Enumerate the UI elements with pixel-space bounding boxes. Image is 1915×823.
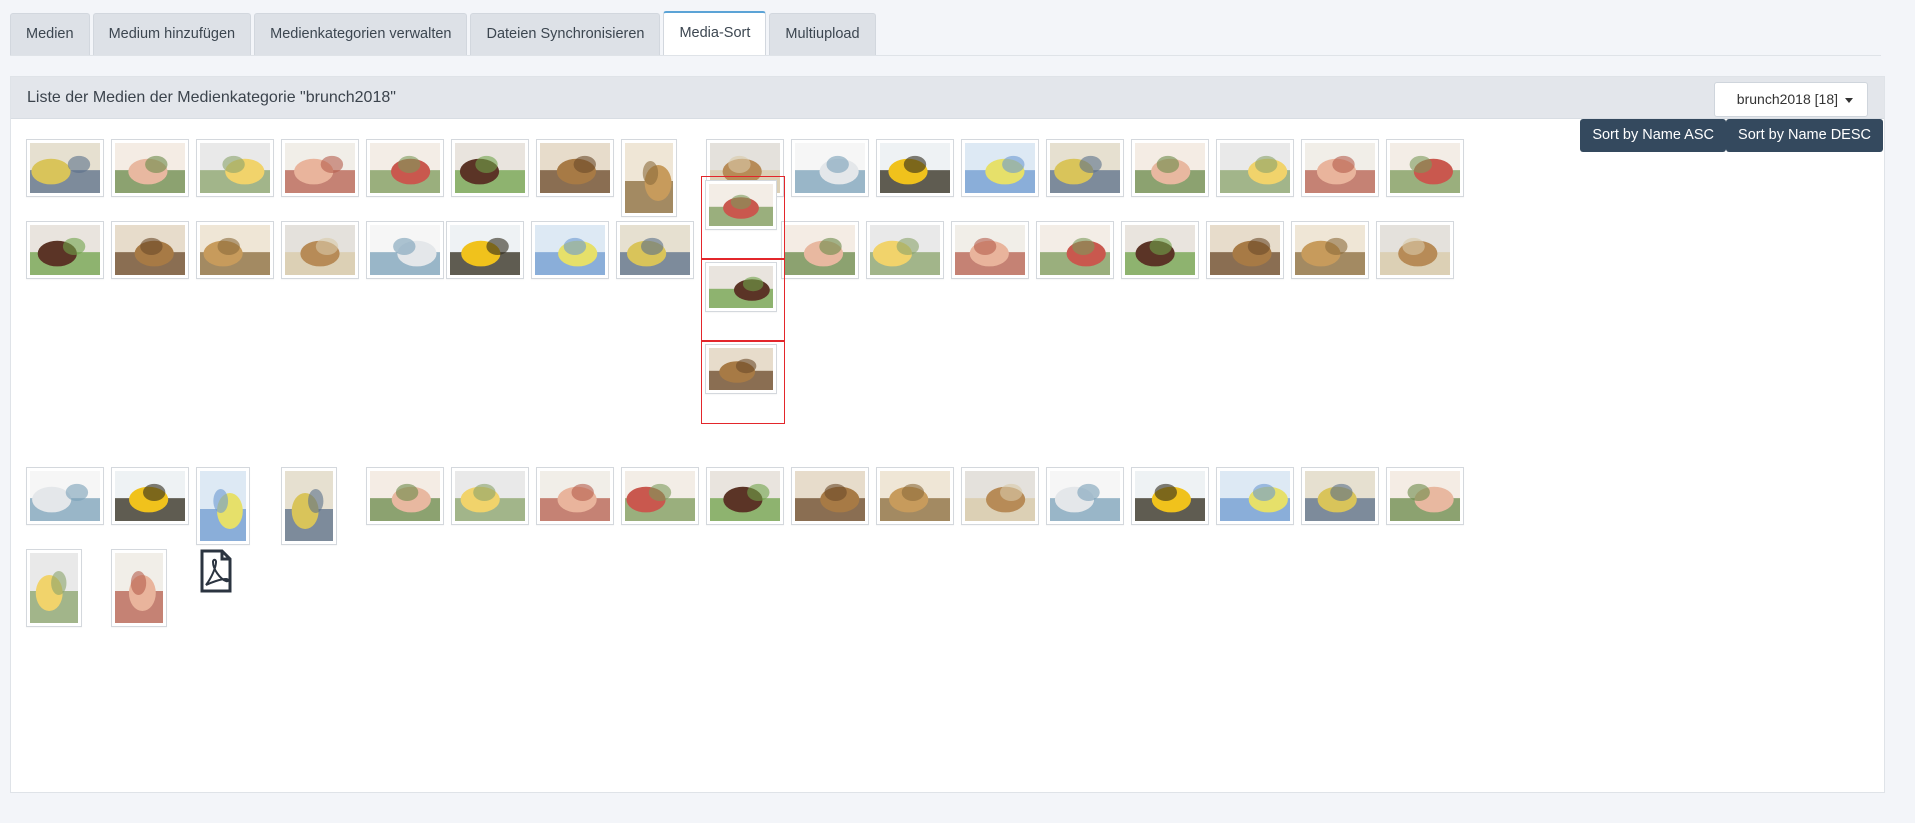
- media-thumb-ham-platter-2[interactable]: [281, 139, 359, 197]
- media-thumb-buffet-table[interactable]: [196, 221, 274, 279]
- panel-title: Liste der Medien der Medienkategorie "br…: [27, 89, 396, 106]
- media-thumb-guests-tables[interactable]: [111, 467, 189, 525]
- sort-name-desc-button[interactable]: Sort by Name DESC: [1726, 119, 1883, 152]
- media-thumb-wine-bottles[interactable]: [1216, 139, 1294, 197]
- media-thumb-dessert-glass-2[interactable]: [111, 549, 167, 627]
- media-thumb-salmon-platter[interactable]: [366, 221, 444, 279]
- tab-medien[interactable]: Medien: [10, 13, 90, 55]
- category-dropdown-label: brunch2018 [18]: [1736, 91, 1838, 107]
- media-thumb-shelf-jars[interactable]: [1301, 139, 1379, 197]
- media-thumb-dog[interactable]: [281, 467, 337, 545]
- media-thumb-cheese-board[interactable]: [531, 221, 609, 279]
- media-thumb-apple-strudel-2[interactable]: [705, 344, 777, 394]
- media-thumb-honey-jar[interactable]: [1206, 221, 1284, 279]
- media-thumb-tree-crowd[interactable]: [1376, 221, 1454, 279]
- media-thumb-table-setting[interactable]: [791, 139, 869, 197]
- drag-placeholder[interactable]: [701, 258, 785, 342]
- media-thumb-garden-tent-2[interactable]: [451, 467, 529, 525]
- media-thumb-yellow-drink[interactable]: [961, 139, 1039, 197]
- media-thumb-garden-tent[interactable]: [366, 467, 444, 525]
- caret-down-icon: [1845, 97, 1853, 103]
- media-thumb-trampoline[interactable]: [536, 467, 614, 525]
- media-thumb-glasses[interactable]: [1046, 139, 1124, 197]
- media-panel: Liste der Medien der Medienkategorie "br…: [10, 76, 1885, 793]
- tab-multiupload[interactable]: Multiupload: [769, 13, 876, 55]
- media-thumb-name-card[interactable]: [961, 467, 1039, 525]
- media-thumb-garden-tables[interactable]: [781, 221, 859, 279]
- media-thumb-family-portrait[interactable]: [196, 467, 250, 545]
- tab-dateien-synchronisieren[interactable]: Dateien Synchronisieren: [470, 13, 661, 55]
- media-thumb-sunflower-table[interactable]: [196, 139, 274, 197]
- media-thumb-seated-guests[interactable]: [1036, 221, 1114, 279]
- category-dropdown[interactable]: brunch2018 [18]: [1713, 82, 1868, 117]
- media-thumb-bread-basket[interactable]: [621, 139, 677, 217]
- media-thumb-group-yellow-shirts[interactable]: [26, 139, 104, 197]
- media-thumb-dessert-glass[interactable]: [26, 549, 82, 627]
- media-thumb-jam-table[interactable]: [111, 221, 189, 279]
- media-thumb-fruit-basket[interactable]: [1301, 467, 1379, 525]
- media-thumb-courtyard[interactable]: [26, 221, 104, 279]
- media-thumb-ham-platter[interactable]: [111, 139, 189, 197]
- media-thumb-speaker-yellow[interactable]: [1121, 221, 1199, 279]
- media-thumb-apple-strudel[interactable]: [705, 262, 777, 312]
- media-thumb-cheese-platter[interactable]: [281, 221, 359, 279]
- drag-placeholder[interactable]: [701, 176, 785, 260]
- media-thumb-watermelon[interactable]: [1386, 467, 1464, 525]
- media-thumb-market-stall[interactable]: [876, 467, 954, 525]
- media-thumb-chocolate-cake[interactable]: [451, 139, 529, 197]
- panel-header: Liste der Medien der Medienkategorie "br…: [11, 77, 1884, 119]
- media-thumb-kids-playground[interactable]: [791, 467, 869, 525]
- media-thumb-trampoline-2[interactable]: [621, 467, 699, 525]
- media-thumb-white-platter[interactable]: [446, 221, 524, 279]
- tab-bar: Medien Medium hinzufügen Medienkategorie…: [10, 11, 1881, 56]
- media-thumb-buffet-guests[interactable]: [616, 221, 694, 279]
- media-thumb-umbrella-guests[interactable]: [866, 221, 944, 279]
- tab-media-sort[interactable]: Media-Sort: [663, 11, 767, 55]
- drag-placeholder[interactable]: [701, 340, 785, 424]
- media-thumb-jam-jars[interactable]: [1131, 139, 1209, 197]
- media-thumb-stall-people[interactable]: [1131, 467, 1209, 525]
- media-thumb-cherry-pie[interactable]: [705, 180, 777, 230]
- media-thumb-flower-detail[interactable]: [706, 467, 784, 525]
- media-thumb-blueberry-cake[interactable]: [1046, 467, 1124, 525]
- media-thumb-sunflowers-vase[interactable]: [1386, 139, 1464, 197]
- tab-medium-hinzufuegen[interactable]: Medium hinzufügen: [92, 13, 252, 55]
- media-thumb-tree-guests[interactable]: [951, 221, 1029, 279]
- media-thumb-speaker-crowd[interactable]: [1291, 221, 1369, 279]
- tab-medienkategorien-verwalten[interactable]: Medienkategorien verwalten: [254, 13, 468, 55]
- media-thumb-bread-loaf[interactable]: [536, 139, 614, 197]
- media-thumb-meat-platter[interactable]: [366, 139, 444, 197]
- media-thumb-couple-yellow[interactable]: [1216, 467, 1294, 525]
- sort-name-asc-button[interactable]: Sort by Name ASC: [1580, 119, 1726, 152]
- media-thumb-guests-umbrella[interactable]: [26, 467, 104, 525]
- media-thumb-sunflower[interactable]: [876, 139, 954, 197]
- pdf-file-icon[interactable]: [196, 549, 236, 597]
